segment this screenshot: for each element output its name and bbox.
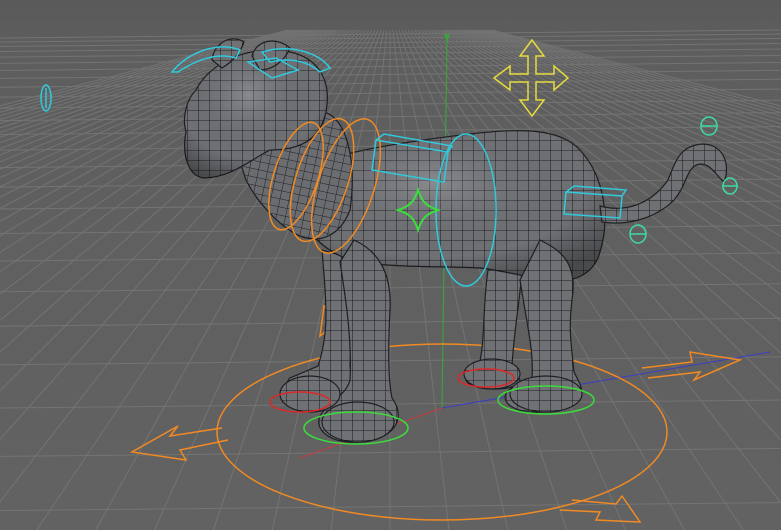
y-axis-arrow-icon <box>444 34 450 44</box>
paw-front-far[interactable] <box>279 375 341 413</box>
grid-line <box>428 29 781 273</box>
grid-line <box>422 29 781 322</box>
grid-line <box>392 29 450 530</box>
grid-line <box>425 29 781 296</box>
cat-mesh[interactable] <box>183 38 728 443</box>
paw-back-near[interactable] <box>509 375 583 413</box>
3d-viewport[interactable] <box>0 0 781 530</box>
grid-line <box>416 29 781 393</box>
tail-control-1[interactable] <box>700 116 718 136</box>
root-arrow-front-icon[interactable] <box>559 494 642 523</box>
ground-grid <box>0 29 781 530</box>
paw-front-near[interactable] <box>321 401 395 443</box>
viewport-scene[interactable] <box>0 0 781 530</box>
tail-control-3[interactable] <box>629 224 647 244</box>
grid-line <box>419 29 781 354</box>
root-arrow-right-icon[interactable] <box>641 351 743 382</box>
tail-control-2[interactable] <box>722 177 738 195</box>
